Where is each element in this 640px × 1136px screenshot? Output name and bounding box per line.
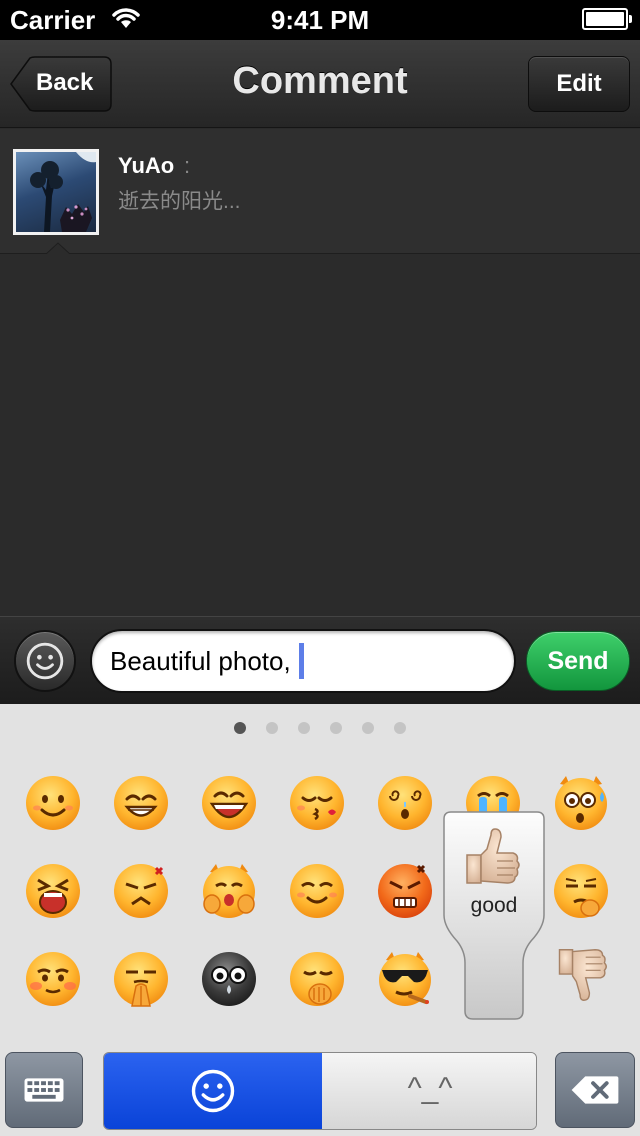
emoji-preview-popup: good bbox=[443, 811, 545, 1021]
battery-icon bbox=[582, 8, 632, 30]
emoji-angry-icon[interactable] bbox=[376, 862, 434, 920]
text-cursor bbox=[298, 643, 304, 679]
thumbs-up-icon bbox=[466, 828, 520, 884]
post-thumbnail[interactable] bbox=[13, 149, 99, 235]
smiley-icon bbox=[191, 1069, 235, 1113]
send-button[interactable]: Send bbox=[526, 631, 630, 691]
emoji-kiss-icon[interactable] bbox=[288, 774, 346, 832]
delete-button[interactable] bbox=[555, 1052, 635, 1128]
emoji-shocked-icon[interactable] bbox=[552, 774, 610, 832]
emoji-yawn-icon[interactable] bbox=[288, 950, 346, 1008]
tree-photo-image bbox=[30, 152, 96, 232]
keyboard-icon bbox=[24, 1078, 64, 1102]
emoji-pray-icon[interactable] bbox=[112, 950, 170, 1008]
emoji-tearful-dark-icon[interactable] bbox=[200, 950, 258, 1008]
emoji-laugh-icon[interactable] bbox=[200, 774, 258, 832]
emoji-scream-icon[interactable] bbox=[24, 862, 82, 920]
preview-label: good bbox=[470, 894, 518, 917]
page-indicator[interactable] bbox=[0, 722, 640, 734]
emoji-cool-icon[interactable] bbox=[376, 950, 434, 1008]
emoji-smile-icon[interactable] bbox=[24, 774, 82, 832]
page-dot[interactable] bbox=[266, 722, 278, 734]
status-bar: Carrier 9:41 PM bbox=[0, 0, 640, 40]
keyboard-category-switch[interactable]: ^_^ bbox=[103, 1052, 537, 1130]
page-dot[interactable] bbox=[330, 722, 342, 734]
emoji-toggle-button[interactable] bbox=[14, 630, 76, 692]
emoji-content-icon[interactable] bbox=[288, 862, 346, 920]
thumbs-down-icon[interactable] bbox=[552, 946, 610, 1004]
emoji-grin-icon[interactable] bbox=[112, 774, 170, 832]
navigation-bar: Back Comment Edit bbox=[0, 40, 640, 128]
post-author: YuAo bbox=[118, 153, 175, 178]
emoji-shy-icon[interactable] bbox=[200, 862, 258, 920]
edit-button[interactable]: Edit bbox=[528, 56, 630, 112]
smiley-icon bbox=[26, 642, 64, 680]
comment-input-text: Beautiful photo, bbox=[110, 645, 291, 676]
emoji-annoyed-icon[interactable] bbox=[112, 862, 170, 920]
post-snippet: 逝去的阳光... bbox=[118, 190, 241, 213]
comment-input[interactable]: Beautiful photo, bbox=[90, 629, 516, 693]
post-summary[interactable]: YuAo : 逝去的阳光... bbox=[0, 129, 640, 254]
clock: 9:41 PM bbox=[270, 5, 370, 35]
page-dot[interactable] bbox=[362, 722, 374, 734]
author-separator: : bbox=[184, 153, 191, 178]
backspace-icon bbox=[571, 1076, 619, 1104]
tab-emoji[interactable] bbox=[104, 1053, 322, 1129]
page-dot[interactable] bbox=[234, 722, 246, 734]
tab-kaomoji[interactable]: ^_^ bbox=[322, 1053, 536, 1129]
emoji-blush-icon[interactable] bbox=[24, 950, 82, 1008]
comment-area bbox=[0, 254, 640, 616]
emoji-thinking-icon[interactable] bbox=[552, 862, 610, 920]
emoji-dizzy-icon[interactable] bbox=[376, 774, 434, 832]
page-dot[interactable] bbox=[394, 722, 406, 734]
page-dot[interactable] bbox=[298, 722, 310, 734]
keyboard-switch-button[interactable] bbox=[5, 1052, 83, 1128]
comment-toolbar: Beautiful photo, Send bbox=[0, 616, 640, 704]
